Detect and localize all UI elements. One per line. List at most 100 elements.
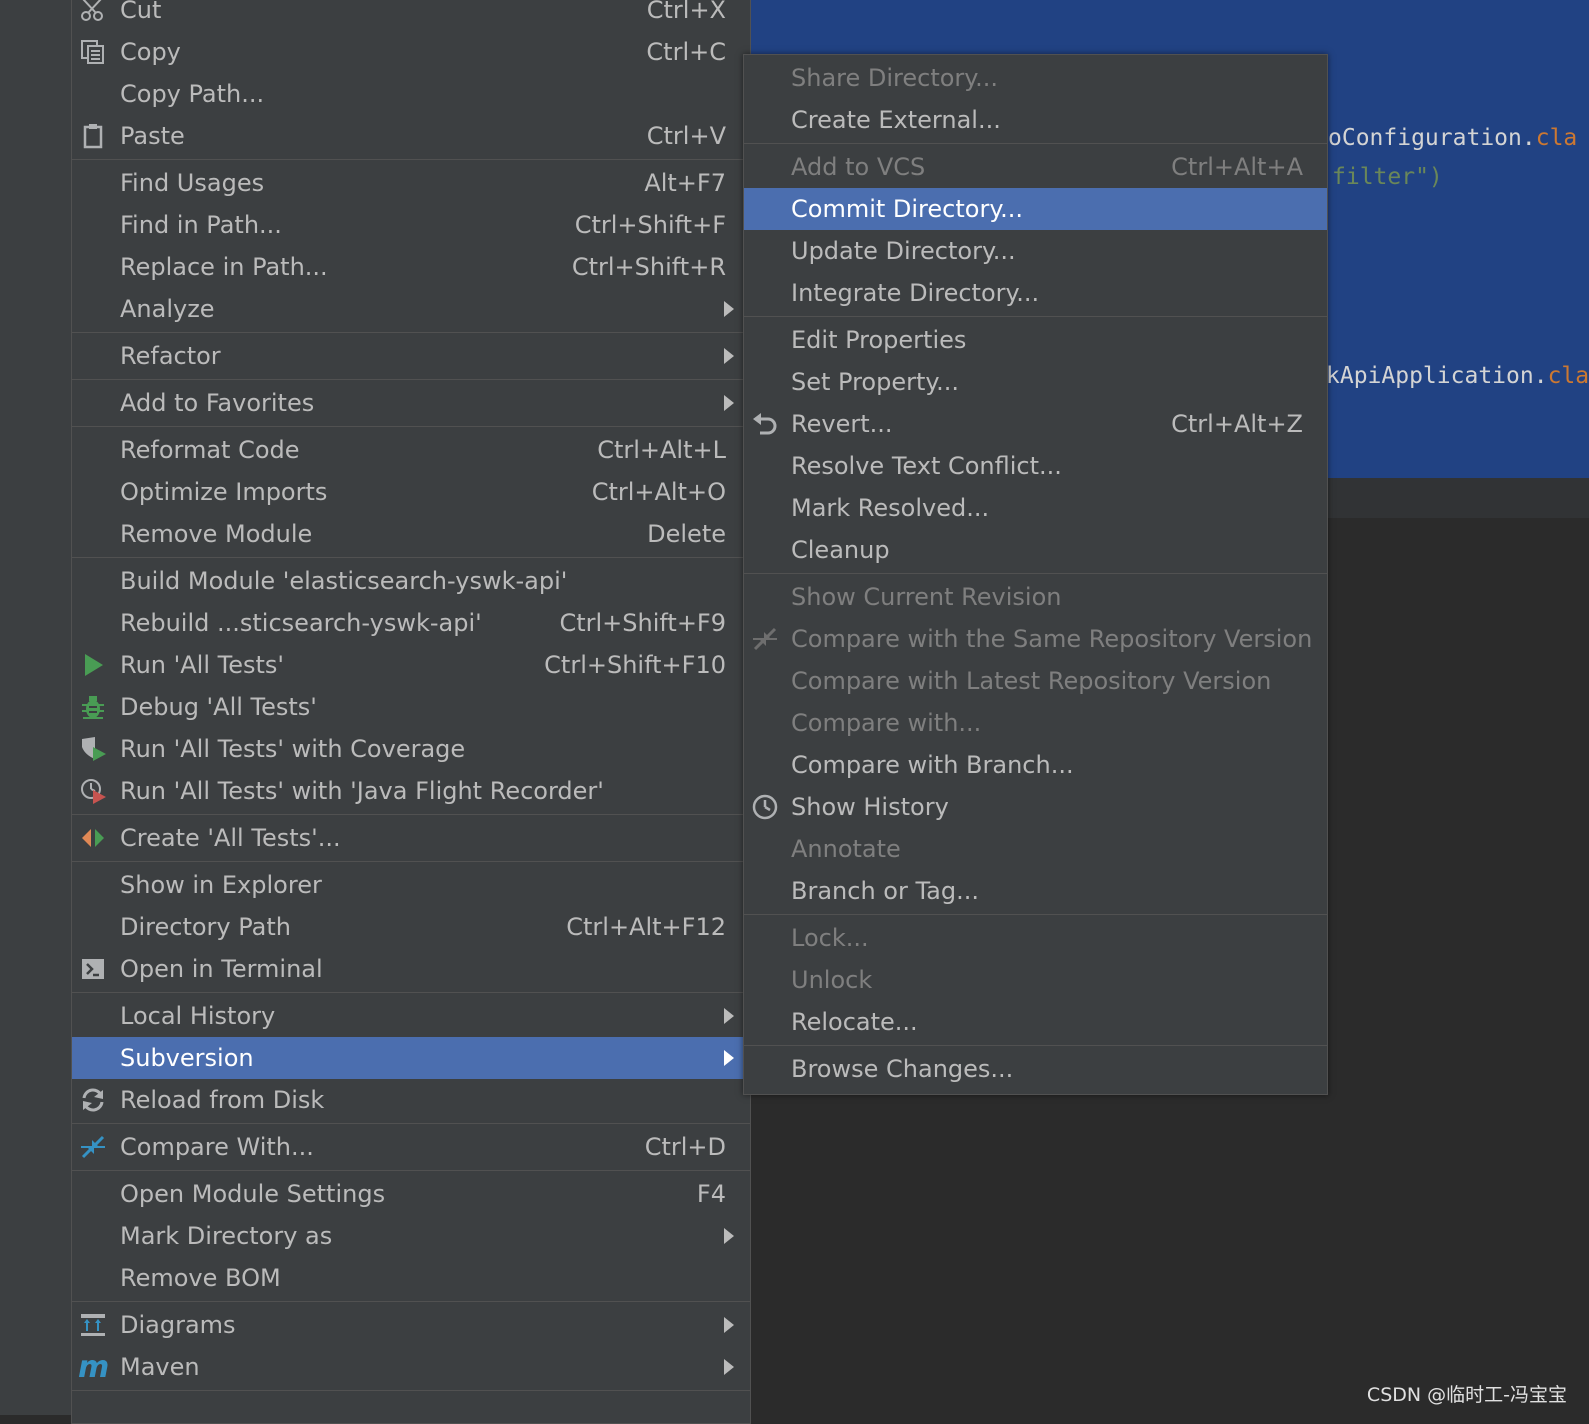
menu-item-subversion[interactable]: Subversion xyxy=(72,1037,750,1079)
menu-item-analyze[interactable]: Analyze xyxy=(72,288,750,330)
diagram-icon xyxy=(78,1310,108,1340)
menu-item-add-to-favorites[interactable]: Add to Favorites xyxy=(72,382,750,424)
menu-item-open-module-settings[interactable]: Open Module Settings F4 xyxy=(72,1173,750,1215)
menu-item-remove-module[interactable]: Remove Module Delete xyxy=(72,513,750,555)
code-line-3: kApiApplication.cla xyxy=(1326,363,1589,389)
code-line-1: oConfiguration.cla xyxy=(1328,125,1578,151)
submenu-item-update-directory[interactable]: Update Directory... xyxy=(744,230,1327,272)
submenu-item-revert[interactable]: Revert... Ctrl+Alt+Z xyxy=(744,403,1327,445)
submenu-arrow-icon xyxy=(724,1317,734,1333)
submenu-item-compare-latest-repo[interactable]: Compare with Latest Repository Version xyxy=(744,660,1327,702)
watermark-text: CSDN @临时工-冯宝宝 xyxy=(1366,1384,1567,1406)
submenu-item-cleanup[interactable]: Cleanup xyxy=(744,529,1327,571)
submenu-item-create-external[interactable]: Create External... xyxy=(744,99,1327,141)
menu-item-rebuild[interactable]: Rebuild ...sticsearch-yswk-api' Ctrl+Shi… xyxy=(72,602,750,644)
terminal-icon xyxy=(78,954,108,984)
menu-item-paste[interactable]: Paste Ctrl+V xyxy=(72,115,750,157)
menu-separator xyxy=(72,1301,750,1302)
menu-item-reload-from-disk[interactable]: Reload from Disk xyxy=(72,1079,750,1121)
submenu-item-show-history[interactable]: Show History xyxy=(744,786,1327,828)
menu-item-cut[interactable]: Cut Ctrl+X xyxy=(72,0,750,31)
copy-icon xyxy=(78,37,108,67)
menu-separator xyxy=(744,143,1327,144)
submenu-item-mark-resolved[interactable]: Mark Resolved... xyxy=(744,487,1327,529)
create-test-icon xyxy=(78,823,108,853)
revert-icon xyxy=(750,409,780,439)
compare-arrows-icon xyxy=(750,624,780,654)
menu-item-debug-all-tests[interactable]: Debug 'All Tests' xyxy=(72,686,750,728)
menu-separator xyxy=(72,332,750,333)
submenu-arrow-icon xyxy=(724,348,734,364)
submenu-arrow-icon xyxy=(724,1359,734,1375)
submenu-arrow-icon xyxy=(724,1050,734,1066)
run-play-icon xyxy=(78,650,108,680)
menu-item-maven[interactable]: m Maven xyxy=(72,1346,750,1388)
reload-icon xyxy=(78,1085,108,1115)
submenu-item-browse-changes[interactable]: Browse Changes... xyxy=(744,1048,1327,1090)
menu-item-copy[interactable]: Copy Ctrl+C xyxy=(72,31,750,73)
menu-separator xyxy=(72,379,750,380)
menu-item-run-all-tests[interactable]: Run 'All Tests' Ctrl+Shift+F10 xyxy=(72,644,750,686)
maven-icon: m xyxy=(78,1352,108,1382)
submenu-item-branch-or-tag[interactable]: Branch or Tag... xyxy=(744,870,1327,912)
menu-item-replace-in-path[interactable]: Replace in Path... Ctrl+Shift+R xyxy=(72,246,750,288)
menu-item-copy-path[interactable]: Copy Path... xyxy=(72,73,750,115)
project-panel-gutter xyxy=(0,0,72,1415)
menu-separator xyxy=(72,426,750,427)
submenu-item-commit-directory[interactable]: Commit Directory... xyxy=(744,188,1327,230)
menu-item-diagrams[interactable]: Diagrams xyxy=(72,1304,750,1346)
menu-item-find-usages[interactable]: Find Usages Alt+F7 xyxy=(72,162,750,204)
menu-item-refactor[interactable]: Refactor xyxy=(72,335,750,377)
menu-item-build-module[interactable]: Build Module 'elasticsearch-yswk-api' xyxy=(72,560,750,602)
submenu-item-set-property[interactable]: Set Property... xyxy=(744,361,1327,403)
submenu-item-annotate[interactable]: Annotate xyxy=(744,828,1327,870)
menu-item-run-jfr[interactable]: Run 'All Tests' with 'Java Flight Record… xyxy=(72,770,750,812)
menu-separator xyxy=(744,316,1327,317)
submenu-item-compare-same-repo[interactable]: Compare with the Same Repository Version xyxy=(744,618,1327,660)
submenu-item-integrate-directory[interactable]: Integrate Directory... xyxy=(744,272,1327,314)
scissors-icon xyxy=(78,0,108,25)
subversion-submenu: Share Directory... Create External... Ad… xyxy=(743,54,1328,1095)
submenu-arrow-icon xyxy=(724,1008,734,1024)
submenu-item-unlock[interactable]: Unlock xyxy=(744,959,1327,1001)
menu-item-open-in-terminal[interactable]: Open in Terminal xyxy=(72,948,750,990)
menu-item-compare-with[interactable]: Compare With... Ctrl+D xyxy=(72,1126,750,1168)
menu-separator xyxy=(72,1123,750,1124)
menu-separator xyxy=(72,814,750,815)
menu-separator xyxy=(72,1170,750,1171)
menu-separator xyxy=(744,573,1327,574)
submenu-item-edit-properties[interactable]: Edit Properties xyxy=(744,319,1327,361)
submenu-item-share-directory[interactable]: Share Directory... xyxy=(744,57,1327,99)
menu-item-local-history[interactable]: Local History xyxy=(72,995,750,1037)
menu-item-remove-bom[interactable]: Remove BOM xyxy=(72,1257,750,1299)
submenu-item-show-current-revision[interactable]: Show Current Revision xyxy=(744,576,1327,618)
history-clock-icon xyxy=(750,792,780,822)
menu-separator xyxy=(744,1045,1327,1046)
compare-arrows-icon xyxy=(78,1132,108,1162)
menu-item-run-coverage[interactable]: Run 'All Tests' with Coverage xyxy=(72,728,750,770)
project-context-menu: Cut Ctrl+X Copy Ctrl+C Copy Path... Past… xyxy=(71,0,751,1424)
menu-item-reformat-code[interactable]: Reformat Code Ctrl+Alt+L xyxy=(72,429,750,471)
submenu-arrow-icon xyxy=(724,395,734,411)
menu-item-mark-directory-as[interactable]: Mark Directory as xyxy=(72,1215,750,1257)
submenu-item-add-to-vcs[interactable]: Add to VCS Ctrl+Alt+A xyxy=(744,146,1327,188)
submenu-item-compare-with[interactable]: Compare with... xyxy=(744,702,1327,744)
menu-item-find-in-path[interactable]: Find in Path... Ctrl+Shift+F xyxy=(72,204,750,246)
svg-text:m: m xyxy=(78,1353,108,1381)
menu-item-directory-path[interactable]: Directory Path Ctrl+Alt+F12 xyxy=(72,906,750,948)
submenu-arrow-icon xyxy=(724,301,734,317)
menu-separator xyxy=(72,861,750,862)
submenu-arrow-icon xyxy=(724,1228,734,1244)
menu-item-optimize-imports[interactable]: Optimize Imports Ctrl+Alt+O xyxy=(72,471,750,513)
submenu-item-relocate[interactable]: Relocate... xyxy=(744,1001,1327,1043)
submenu-item-compare-with-branch[interactable]: Compare with Branch... xyxy=(744,744,1327,786)
menu-item-create-all-tests[interactable]: Create 'All Tests'... xyxy=(72,817,750,859)
menu-item-show-in-explorer[interactable]: Show in Explorer xyxy=(72,864,750,906)
menu-separator xyxy=(744,914,1327,915)
submenu-item-lock[interactable]: Lock... xyxy=(744,917,1327,959)
menu-separator xyxy=(72,159,750,160)
submenu-item-resolve-text-conflict[interactable]: Resolve Text Conflict... xyxy=(744,445,1327,487)
menu-separator xyxy=(72,557,750,558)
menu-separator xyxy=(72,992,750,993)
clipboard-icon xyxy=(78,121,108,151)
